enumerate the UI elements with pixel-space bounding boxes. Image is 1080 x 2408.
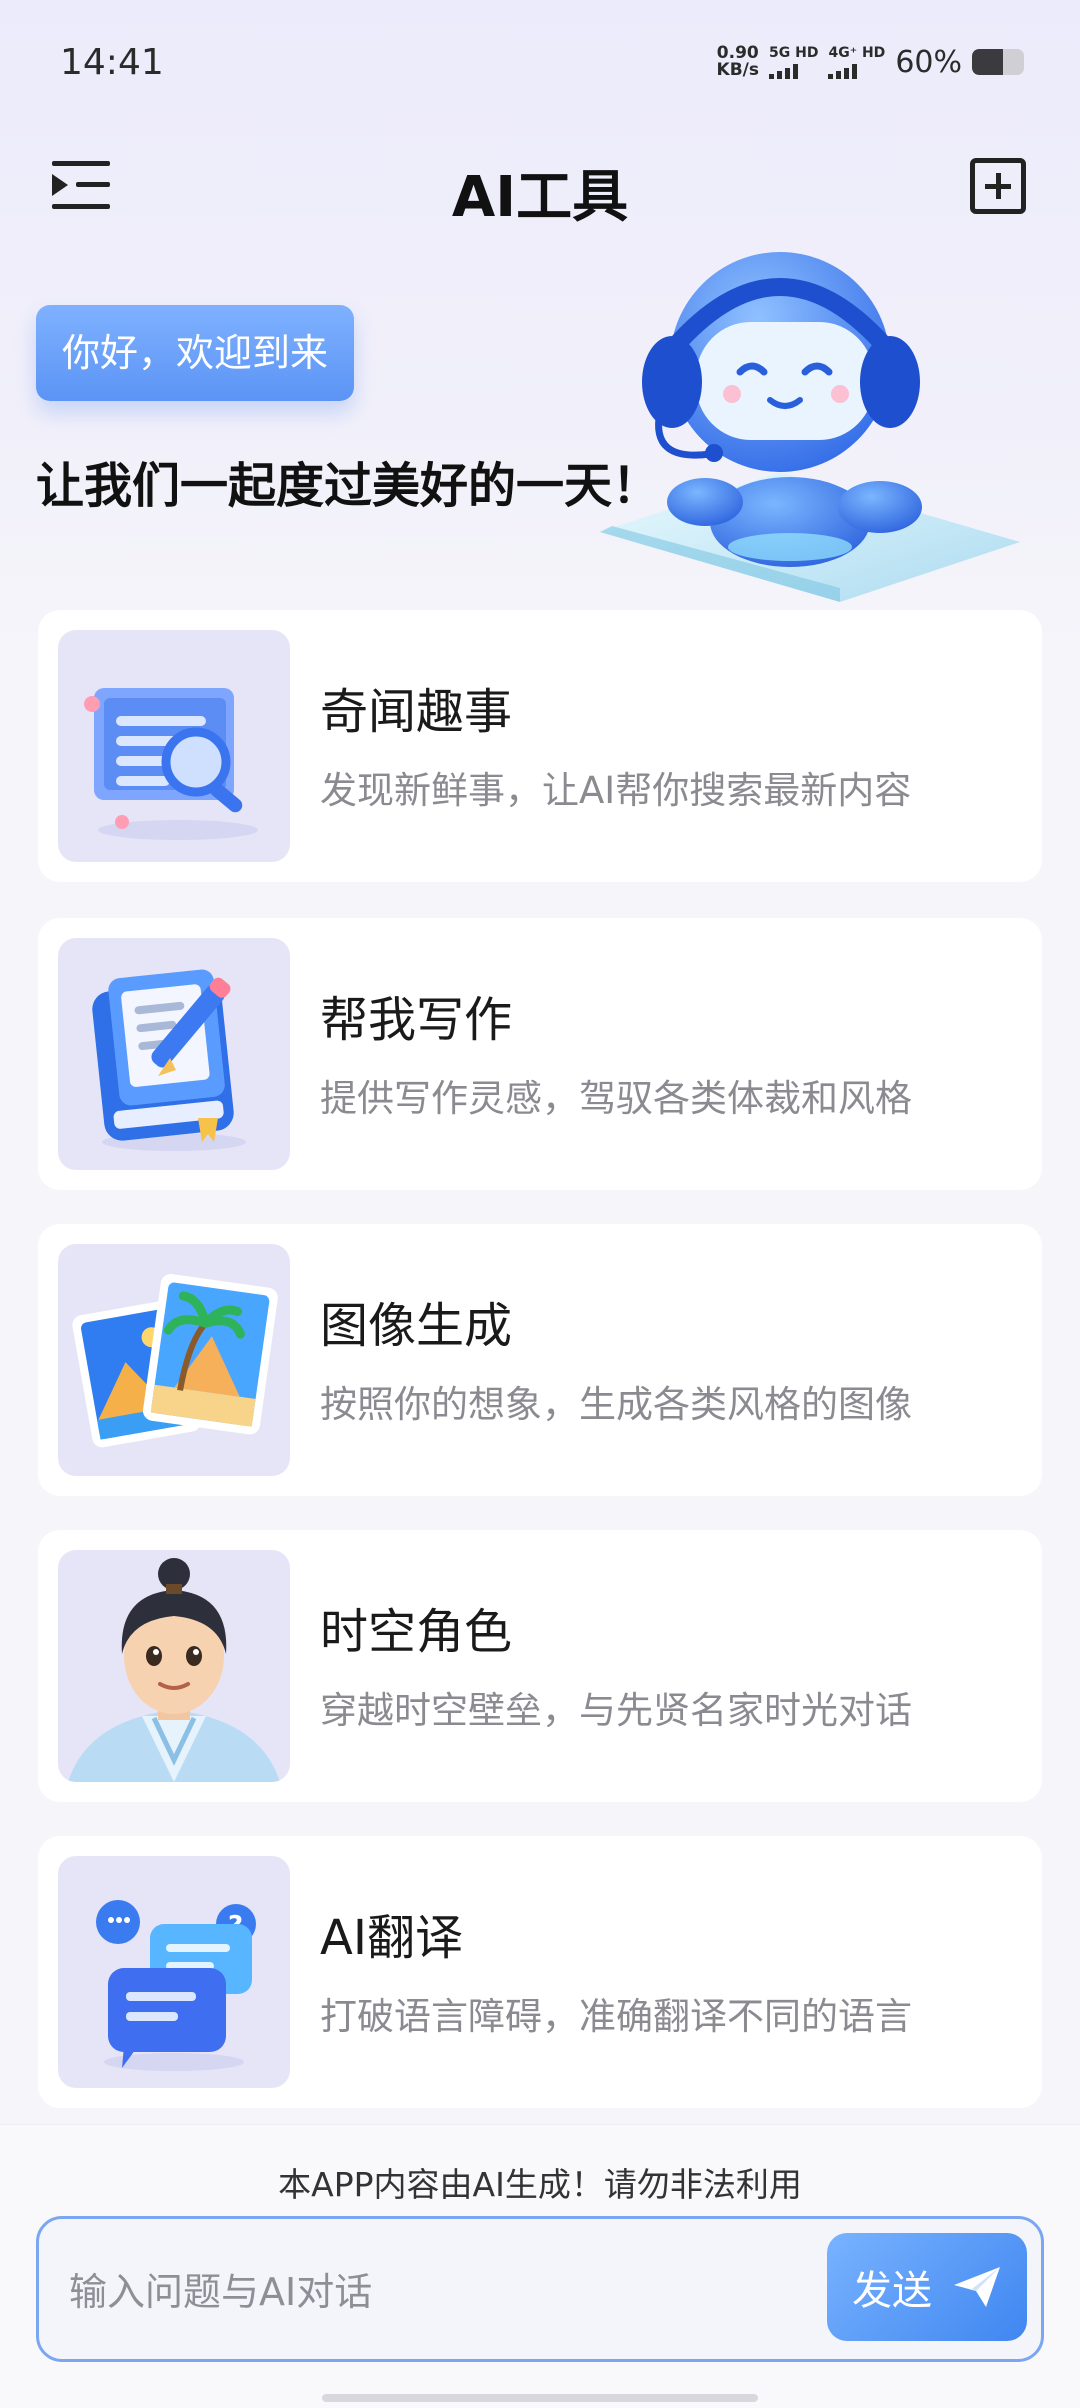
- tool-title: 奇闻趣事: [320, 684, 513, 740]
- tool-description: 打破语言障碍，准确翻译不同的语言: [320, 1995, 912, 2038]
- tool-card-translate[interactable]: ? AI翻译 打破语言障碍，准确翻译不同的语言: [38, 1836, 1042, 2108]
- send-icon: [954, 2267, 1000, 2307]
- signal-sim1-label: 5G HD: [769, 44, 819, 61]
- tool-card-news[interactable]: 奇闻趣事 发现新鲜事，让AI帮你搜索最新内容: [38, 610, 1042, 882]
- add-square-icon[interactable]: [970, 158, 1026, 214]
- tool-title: 帮我写作: [320, 992, 513, 1048]
- status-bar: 14:41 0.90 KB/s 5G HD 4G⁺ HD 60%: [0, 0, 1080, 130]
- tool-description: 穿越时空壁垒，与先贤名家时光对话: [320, 1689, 912, 1732]
- disclaimer-text: 本APP内容由AI生成！请勿非法利用: [278, 2165, 802, 2204]
- tool-card-image[interactable]: 图像生成 按照你的想象，生成各类风格的图像: [38, 1224, 1042, 1496]
- search-document-icon: [58, 630, 290, 862]
- home-indicator[interactable]: [322, 2394, 758, 2402]
- status-time: 14:41: [60, 42, 164, 83]
- chat-input-box: 发送: [36, 2216, 1044, 2362]
- send-button-label: 发送: [852, 2268, 932, 2314]
- greeting-badge: 你好，欢迎到来: [36, 305, 355, 401]
- network-speed: 0.90 KB/s: [717, 45, 759, 79]
- chat-bubbles-icon: ?: [58, 1856, 290, 2088]
- tool-title: 图像生成: [320, 1298, 513, 1354]
- status-indicators: 0.90 KB/s 5G HD 4G⁺ HD 60%: [717, 40, 1024, 84]
- signal-bars-icon: [769, 63, 799, 79]
- battery-percent: 60%: [895, 44, 962, 80]
- robot-illustration: [590, 222, 1020, 602]
- ancient-character-avatar: [58, 1550, 290, 1782]
- chat-input[interactable]: [69, 2249, 829, 2335]
- tool-description: 按照你的想象，生成各类风格的图像: [320, 1383, 912, 1426]
- battery-fill: [972, 49, 1004, 75]
- page-title: AI工具: [451, 165, 629, 230]
- tool-card-writing[interactable]: 帮我写作 提供写作灵感，驾驭各类体裁和风格: [38, 918, 1042, 1190]
- tool-description: 提供写作灵感，驾驭各类体裁和风格: [320, 1077, 912, 1120]
- signal-sim2-label: 4G⁺ HD: [828, 44, 886, 61]
- signal-sim2: 4G⁺ HD: [828, 46, 885, 79]
- network-speed-unit: KB/s: [716, 60, 760, 80]
- tool-title: AI翻译: [320, 1910, 463, 1966]
- tool-card-character[interactable]: 时空角色 穿越时空壁垒，与先贤名家时光对话: [38, 1530, 1042, 1802]
- signal-bars-icon: [828, 63, 858, 79]
- signal-sim1: 5G HD: [769, 46, 818, 79]
- battery-icon: [972, 49, 1024, 75]
- photo-cards-icon: [58, 1244, 290, 1476]
- send-button[interactable]: 发送: [827, 2233, 1027, 2341]
- hero-subtitle: 让我们一起度过美好的一天！: [36, 458, 661, 514]
- tool-description: 发现新鲜事，让AI帮你搜索最新内容: [320, 769, 912, 812]
- tool-title: 时空角色: [320, 1604, 513, 1660]
- book-pencil-icon: [58, 938, 290, 1170]
